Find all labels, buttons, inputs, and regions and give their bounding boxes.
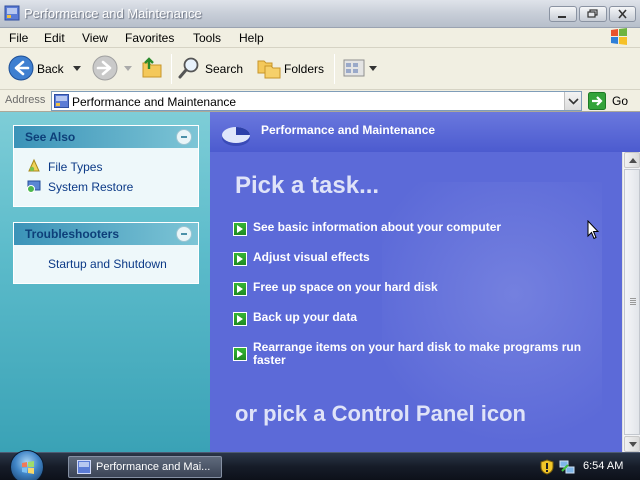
folders-button-label[interactable]: Folders bbox=[284, 62, 324, 76]
forward-arrow-icon[interactable] bbox=[92, 55, 118, 81]
menu-file[interactable]: File bbox=[9, 30, 28, 46]
task-link[interactable]: Free up space on your hard disk bbox=[233, 281, 593, 296]
minimize-button[interactable] bbox=[549, 6, 577, 22]
toolbar-separator bbox=[334, 54, 335, 84]
menu-tools[interactable]: Tools bbox=[193, 30, 221, 46]
troubleshooters-panel: Troubleshooters Startup and Shutdown bbox=[13, 222, 199, 284]
address-bar: Address Performance and Maintenance Go bbox=[0, 90, 640, 112]
collapse-icon[interactable] bbox=[176, 129, 192, 145]
task-link[interactable]: See basic information about your compute… bbox=[233, 221, 593, 236]
collapse-icon[interactable] bbox=[176, 226, 192, 242]
control-panel-icon bbox=[54, 94, 69, 108]
taskbar-window-button[interactable]: Performance and Mai... bbox=[68, 456, 222, 478]
category-body: Pick a task... See basic information abo… bbox=[210, 152, 622, 452]
address-label: Address bbox=[5, 94, 46, 106]
performance-pie-chart-icon bbox=[222, 127, 250, 146]
title-bar[interactable]: Performance and Maintenance bbox=[0, 0, 640, 28]
see-also-header[interactable]: See Also bbox=[14, 126, 198, 148]
task-link-text[interactable]: Rearrange items on your hard disk to mak… bbox=[253, 341, 588, 367]
mouse-pointer-icon bbox=[587, 220, 599, 240]
scroll-up-button[interactable] bbox=[624, 152, 640, 168]
category-content-pane: Performance and Maintenance Pick a task.… bbox=[210, 112, 640, 452]
task-link[interactable]: Adjust visual effects bbox=[233, 251, 593, 266]
system-restore-icon bbox=[27, 180, 41, 193]
vertical-scrollbar[interactable] bbox=[622, 152, 640, 452]
troubleshooter-link-startup[interactable]: Startup and Shutdown bbox=[48, 257, 167, 271]
green-arrow-icon bbox=[233, 282, 247, 296]
file-types-icon bbox=[28, 158, 40, 172]
security-shield-icon[interactable] bbox=[540, 459, 554, 475]
menu-edit[interactable]: Edit bbox=[44, 30, 65, 46]
scrollbar-thumb[interactable] bbox=[624, 169, 640, 435]
green-arrow-icon bbox=[233, 252, 247, 266]
go-button-label[interactable]: Go bbox=[612, 94, 628, 108]
start-button[interactable] bbox=[10, 450, 44, 480]
windows-logo-icon bbox=[611, 28, 627, 45]
see-also-panel: See Also File Types System Restore bbox=[13, 125, 199, 207]
green-arrow-icon bbox=[233, 312, 247, 326]
green-arrow-icon bbox=[233, 222, 247, 236]
task-link-text[interactable]: Back up your data bbox=[253, 311, 593, 324]
category-header: Performance and Maintenance bbox=[210, 112, 640, 152]
go-arrow-icon[interactable] bbox=[588, 92, 606, 110]
address-input[interactable]: Performance and Maintenance bbox=[51, 91, 582, 111]
chevron-down-icon bbox=[568, 98, 579, 105]
folders-icon[interactable] bbox=[256, 55, 282, 81]
windows-logo-icon bbox=[22, 461, 34, 474]
see-also-link-file-types[interactable]: File Types bbox=[48, 160, 102, 174]
restore-icon bbox=[587, 9, 598, 18]
control-panel-icon bbox=[77, 460, 91, 474]
task-link-text[interactable]: See basic information about your compute… bbox=[253, 221, 593, 234]
search-icon[interactable] bbox=[177, 55, 201, 81]
close-button[interactable] bbox=[609, 6, 636, 22]
task-link[interactable]: Rearrange items on your hard disk to mak… bbox=[233, 341, 593, 369]
window-title: Performance and Maintenance bbox=[24, 6, 202, 21]
troubleshooters-title: Troubleshooters bbox=[25, 227, 120, 241]
forward-dropdown-icon[interactable] bbox=[124, 66, 132, 72]
address-value: Performance and Maintenance bbox=[72, 95, 237, 109]
views-icon[interactable] bbox=[342, 55, 366, 81]
back-dropdown-icon[interactable] bbox=[73, 66, 81, 72]
scroll-down-button[interactable] bbox=[624, 436, 640, 452]
see-also-title: See Also bbox=[25, 130, 76, 144]
green-arrow-icon bbox=[233, 347, 247, 361]
search-button-label[interactable]: Search bbox=[205, 62, 243, 76]
menu-view[interactable]: View bbox=[82, 30, 108, 46]
back-arrow-icon[interactable] bbox=[8, 55, 34, 81]
control-panel-icon bbox=[4, 5, 20, 21]
taskbar: Performance and Mai... 6:54 AM bbox=[0, 450, 640, 480]
toolbar: Back Search Folders bbox=[0, 48, 640, 90]
left-task-pane: See Also File Types System Restore Troub… bbox=[0, 112, 210, 452]
restore-button[interactable] bbox=[579, 6, 607, 22]
minimize-icon bbox=[558, 16, 566, 18]
task-link-text[interactable]: Adjust visual effects bbox=[253, 251, 593, 264]
menu-favorites[interactable]: Favorites bbox=[125, 30, 174, 46]
menu-bar: File Edit View Favorites Tools Help bbox=[0, 28, 640, 48]
back-button-label[interactable]: Back bbox=[37, 62, 64, 76]
task-link[interactable]: Back up your data bbox=[233, 311, 593, 326]
network-icon[interactable] bbox=[559, 459, 575, 475]
pick-control-panel-icon-heading: or pick a Control Panel icon bbox=[235, 401, 526, 426]
category-title: Performance and Maintenance bbox=[261, 123, 436, 137]
taskbar-window-label: Performance and Mai... bbox=[96, 461, 211, 473]
toolbar-separator bbox=[171, 54, 172, 84]
see-also-link-system-restore[interactable]: System Restore bbox=[48, 180, 133, 194]
pick-a-task-heading: Pick a task... bbox=[235, 172, 380, 199]
grip-icon bbox=[630, 298, 636, 306]
menu-help[interactable]: Help bbox=[239, 30, 264, 46]
troubleshooters-header[interactable]: Troubleshooters bbox=[14, 223, 198, 245]
views-dropdown-icon[interactable] bbox=[369, 66, 377, 72]
folder-up-icon[interactable] bbox=[139, 55, 165, 81]
address-dropdown-button[interactable] bbox=[564, 92, 581, 110]
task-link-text[interactable]: Free up space on your hard disk bbox=[253, 281, 593, 294]
system-clock[interactable]: 6:54 AM bbox=[583, 460, 623, 472]
close-icon bbox=[618, 9, 627, 19]
